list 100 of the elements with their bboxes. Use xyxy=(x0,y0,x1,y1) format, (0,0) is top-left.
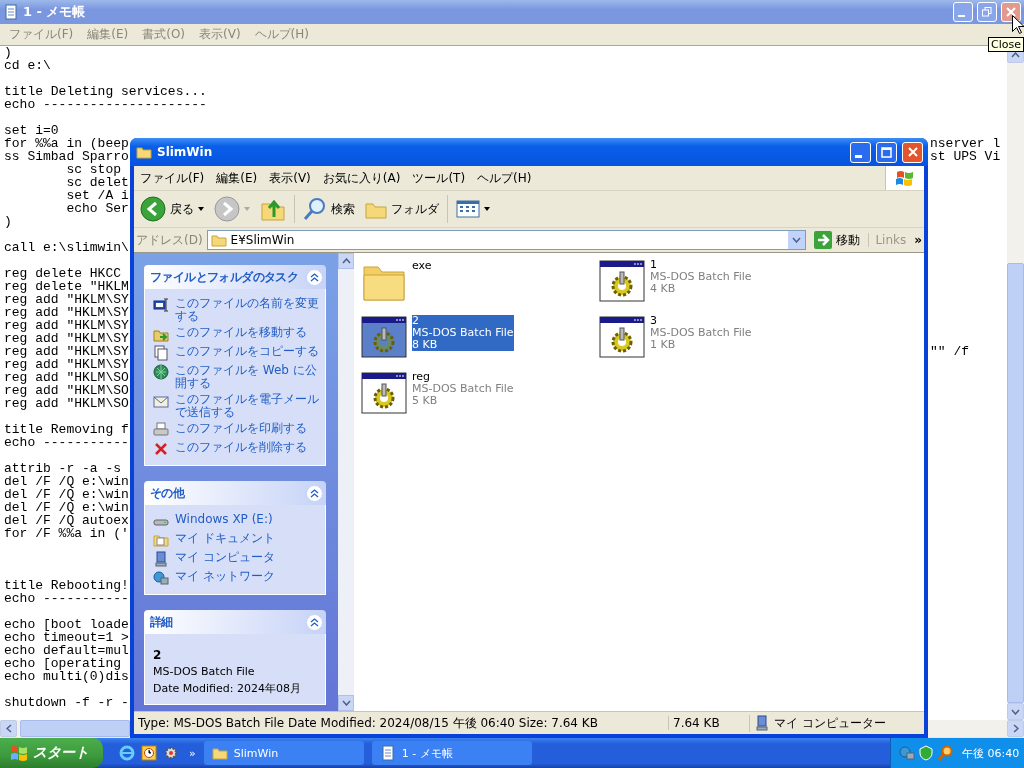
code-line: reg add "HKLM\SY xyxy=(4,345,129,358)
status-text: 7.64 KB xyxy=(668,716,749,730)
menu-item[interactable]: お気に入り(A) xyxy=(316,169,407,187)
file-size: 5 KB xyxy=(412,395,439,407)
task-link[interactable]: マイ ドキュメント xyxy=(175,532,275,545)
caret-icon xyxy=(244,207,250,211)
gear-icon[interactable] xyxy=(163,745,179,761)
scroll-down-button[interactable] xyxy=(338,695,354,711)
batch-file-icon[interactable] xyxy=(360,371,408,415)
restore-icon xyxy=(982,7,992,17)
taskbar-button[interactable]: 1 - メモ帳 xyxy=(371,741,532,765)
batch-file-icon[interactable] xyxy=(360,315,408,359)
more-button[interactable]: » xyxy=(189,746,196,760)
minimize-button[interactable] xyxy=(850,141,871,163)
menu-item[interactable]: 編集(E) xyxy=(80,26,136,43)
task-link[interactable]: マイ コンピュータ xyxy=(175,551,275,564)
taskbar-button[interactable]: SlimWin xyxy=(203,741,364,765)
menu-item[interactable]: ツール(T) xyxy=(406,169,472,187)
forward-button[interactable] xyxy=(212,194,252,224)
minimize-button[interactable] xyxy=(953,2,973,22)
search-icon[interactable] xyxy=(937,745,953,761)
menu-item[interactable]: ファイル(F) xyxy=(134,169,211,187)
scroll-down-button[interactable] xyxy=(1007,703,1024,720)
collapse-button[interactable] xyxy=(306,613,323,631)
caret-right-icon xyxy=(1012,724,1019,733)
maximize-icon xyxy=(881,146,892,158)
caret-icon xyxy=(484,207,490,211)
clock-icon[interactable] xyxy=(141,745,157,761)
code-line: echo [boot loade xyxy=(4,618,129,631)
browser-e-icon[interactable] xyxy=(119,745,135,761)
file-name[interactable]: 3 xyxy=(650,315,752,327)
menu-item[interactable]: 編集(E) xyxy=(210,169,264,187)
start-button[interactable]: スタート xyxy=(0,738,103,768)
caret-up-icon xyxy=(1011,51,1020,58)
menu-item[interactable]: ファイル(F) xyxy=(2,26,81,43)
scroll-right-button[interactable] xyxy=(1007,720,1024,737)
file-name[interactable]: 1 xyxy=(650,259,752,271)
folder-document-icon xyxy=(153,532,169,548)
links-label[interactable]: Links xyxy=(868,233,911,247)
network-icon[interactable] xyxy=(899,745,915,761)
code-line: del /F /Q e:\win xyxy=(4,488,129,501)
dropdown-button[interactable] xyxy=(788,231,806,249)
code-line: set i=0 xyxy=(4,124,59,137)
batch-file-icon[interactable] xyxy=(598,259,646,303)
file-type: MS-DOS Batch File xyxy=(153,665,256,678)
code-line: "" /f xyxy=(930,345,969,358)
folders-button[interactable]: フォルダ xyxy=(363,197,441,221)
back-button[interactable]: 戻る xyxy=(138,194,206,224)
go-button[interactable]: 移動 xyxy=(810,231,865,249)
menu-item[interactable]: ヘルプ(H) xyxy=(471,169,538,187)
code-line: attrib -r -a -s xyxy=(4,462,122,475)
vertical-scrollbar[interactable] xyxy=(338,253,354,711)
code-line: reg add "HKLM\SO xyxy=(4,384,129,397)
task-link[interactable]: マイ ネットワーク xyxy=(175,570,275,583)
menu-item[interactable]: 表示(V) xyxy=(263,169,317,187)
file-type: MS-DOS Batch File xyxy=(650,271,752,283)
file-name[interactable]: exe xyxy=(412,259,432,272)
scrollbar-thumb[interactable] xyxy=(1007,263,1024,703)
task-link[interactable]: このファイルを印刷する xyxy=(175,422,307,435)
batch-file-icon[interactable] xyxy=(598,315,646,359)
file-name[interactable]: 2 xyxy=(412,315,514,327)
chevron-button[interactable]: » xyxy=(914,233,922,247)
double-chevron-icon xyxy=(310,617,319,627)
minimize-icon xyxy=(855,154,862,158)
caret-down-icon xyxy=(341,700,351,706)
shield-icon[interactable] xyxy=(918,745,934,761)
code-line: del /F /Q autoex xyxy=(4,514,129,527)
file-size: 4 KB xyxy=(650,283,677,295)
task-link[interactable]: このファイルをコピーする xyxy=(175,345,319,358)
code-line: reg add "HKLM\SY xyxy=(4,358,129,371)
maximize-button[interactable] xyxy=(876,141,897,163)
task-link[interactable]: このファイルを移動する xyxy=(175,326,307,339)
collapse-button[interactable] xyxy=(306,484,323,502)
menu-item[interactable]: 書式(O) xyxy=(135,26,193,43)
views-button[interactable] xyxy=(454,198,492,220)
code-line: echo multi(0)dis xyxy=(4,670,129,683)
menu-item[interactable]: ヘルプ(H) xyxy=(247,26,316,43)
close-button[interactable] xyxy=(1001,2,1021,22)
caret-left-icon xyxy=(5,724,12,733)
address-field[interactable]: E¥SlimWin xyxy=(206,230,807,250)
go-arrow-icon xyxy=(814,231,833,249)
code-line: ss Simbad Sparro xyxy=(4,150,129,163)
task-link[interactable]: このファイルを削除する xyxy=(175,441,307,454)
code-line: del /F /Q e:\win xyxy=(4,475,129,488)
delete-icon xyxy=(153,441,169,457)
menu-item[interactable]: 表示(V) xyxy=(192,26,248,43)
computer-icon xyxy=(153,551,169,567)
close-icon xyxy=(907,147,918,157)
caret-down-icon xyxy=(1011,708,1020,715)
collapse-button[interactable] xyxy=(306,268,323,286)
computer-icon xyxy=(754,715,770,731)
file-name[interactable]: reg xyxy=(412,371,514,383)
address-label: アドレス(D) xyxy=(136,231,203,249)
task-link[interactable]: このファイルを電子メールで送信する xyxy=(175,393,319,419)
task-link[interactable]: このファイルを Web に公開する xyxy=(175,364,319,390)
task-link[interactable]: Windows XP (E:) xyxy=(175,513,273,526)
task-link[interactable]: このファイルの名前を変更する xyxy=(175,297,319,323)
scroll-left-button[interactable] xyxy=(0,720,17,737)
search-button[interactable]: 検索 xyxy=(301,195,357,223)
scrollbar-thumb[interactable] xyxy=(20,720,130,737)
